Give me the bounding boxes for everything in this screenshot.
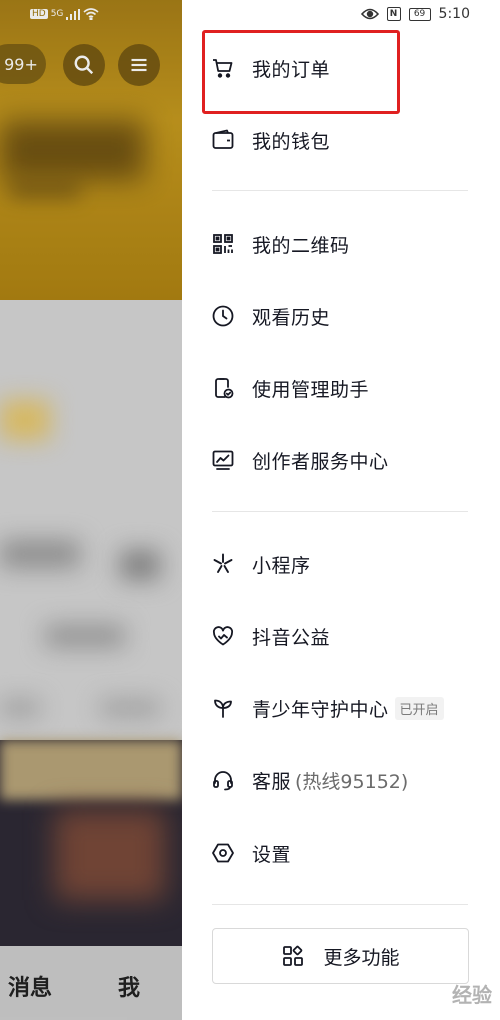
menu-item-label: 我的钱包	[252, 130, 331, 153]
hotline-label: (热线95152)	[295, 770, 409, 793]
status-badge: 已开启	[394, 696, 444, 720]
grid-icon	[281, 944, 305, 968]
clock-time: 5:10	[438, 6, 470, 22]
sprout-icon	[210, 695, 236, 721]
wallet-icon	[210, 127, 236, 153]
menu-item-label: 我的二维码	[252, 234, 350, 257]
watermark: 经验	[452, 983, 492, 1007]
battery-level: 69	[413, 9, 426, 19]
menu-item-charity[interactable]: 抖音公益	[210, 616, 330, 656]
asterisk-icon	[210, 551, 236, 577]
menu-item-label: 小程序	[252, 554, 311, 577]
menu-item-qr-code[interactable]: 我的二维码	[210, 224, 350, 264]
qr-code-icon	[210, 231, 236, 257]
menu-item-label: 使用管理助手	[252, 378, 370, 401]
monitor-chart-icon	[210, 447, 236, 473]
menu-item-creator-center[interactable]: 创作者服务中心	[210, 440, 389, 480]
phone-check-icon	[210, 375, 236, 401]
eye-icon	[360, 8, 379, 20]
menu-item-label: 抖音公益	[252, 626, 331, 649]
side-drawer: N 69 5:10 我的订单 我的钱包 我的二维码 观看历史 使用管理助手 创作…	[182, 0, 500, 1020]
menu-item-youth-protection[interactable]: 青少年守护中心 已开启	[210, 688, 444, 728]
heart-icon	[210, 623, 236, 649]
cart-icon	[210, 55, 236, 81]
background-profile-page: 消息 我 99+ HD 5G	[0, 0, 182, 1020]
menu-item-label: 我的订单	[252, 58, 331, 81]
section-divider	[212, 190, 468, 191]
more-features-label: 更多功能	[323, 946, 400, 969]
hexagon-settings-icon	[210, 840, 236, 866]
clock-icon	[210, 303, 236, 329]
section-divider	[212, 904, 468, 905]
nfc-icon: N	[386, 7, 401, 21]
menu-item-label: 青少年守护中心	[252, 698, 389, 721]
menu-item-wallet[interactable]: 我的钱包	[210, 120, 330, 160]
menu-item-settings[interactable]: 设置	[210, 833, 291, 873]
status-bar-right: N 69 5:10	[360, 6, 470, 22]
menu-item-label: 观看历史	[252, 306, 331, 329]
menu-item-usage-manager[interactable]: 使用管理助手	[210, 368, 369, 408]
headset-icon	[210, 767, 236, 793]
menu-item-label: 设置	[252, 843, 292, 866]
menu-item-label: 客服	[252, 770, 292, 793]
battery-icon: 69	[408, 7, 431, 21]
menu-item-orders[interactable]: 我的订单	[210, 48, 330, 88]
menu-item-customer-service[interactable]: 客服 (热线95152)	[210, 760, 408, 800]
section-divider	[212, 511, 468, 512]
menu-item-mini-programs[interactable]: 小程序	[210, 544, 311, 584]
more-features-button[interactable]: 更多功能	[212, 928, 469, 984]
menu-item-label: 创作者服务中心	[252, 450, 389, 473]
drawer-scrim[interactable]	[0, 0, 182, 1020]
menu-item-watch-history[interactable]: 观看历史	[210, 296, 330, 336]
